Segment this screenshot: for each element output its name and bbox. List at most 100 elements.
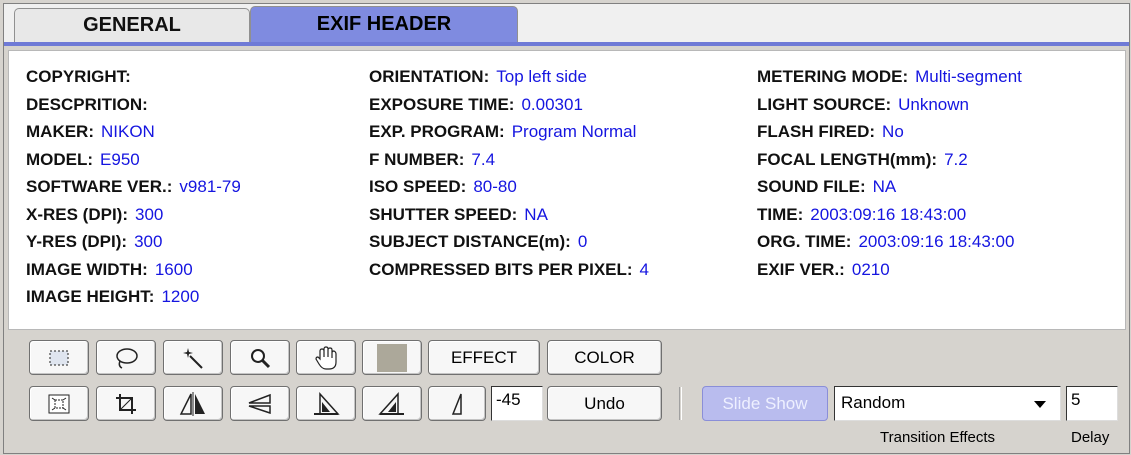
exif-value: E950 bbox=[100, 149, 140, 169]
exif-row: EXP. PROGRAM: Program Normal bbox=[369, 122, 649, 150]
exif-row: SHUTTER SPEED: NA bbox=[369, 205, 649, 233]
exif-row: MAKER: NIKON bbox=[26, 122, 241, 150]
fit-to-window-button[interactable] bbox=[29, 386, 89, 421]
exif-label: TIME: bbox=[757, 204, 804, 224]
exif-row: IMAGE WIDTH: 1600 bbox=[26, 260, 241, 288]
exif-value: 4 bbox=[639, 259, 650, 279]
exif-row: METERING MODE: Multi-segment bbox=[757, 67, 1022, 95]
undo-button[interactable]: Undo bbox=[547, 386, 662, 421]
exif-row: FOCAL LENGTH(mm): 7.2 bbox=[757, 150, 1022, 178]
exif-value: 300 bbox=[134, 232, 163, 251]
exif-value: 1600 bbox=[154, 259, 193, 279]
exif-row: IMAGE HEIGHT: 1200 bbox=[26, 287, 241, 315]
exif-label: METERING MODE: bbox=[757, 67, 909, 86]
exif-label: MAKER: bbox=[26, 122, 94, 141]
hand-pan-button[interactable] bbox=[296, 340, 356, 375]
zoom-button[interactable] bbox=[230, 340, 290, 375]
exif-value: NIKON bbox=[101, 122, 155, 141]
exif-label: SHUTTER SPEED: bbox=[369, 204, 518, 224]
magic-wand-icon bbox=[180, 346, 206, 370]
exif-label: ORIENTATION: bbox=[369, 67, 490, 86]
rotate-left-button[interactable] bbox=[296, 386, 356, 421]
exif-label: FOCAL LENGTH(mm): bbox=[757, 149, 938, 169]
effect-button[interactable]: EFFECT bbox=[428, 340, 540, 375]
exif-label: COPYRIGHT: bbox=[26, 67, 131, 86]
exif-value: 300 bbox=[135, 204, 164, 224]
transition-effects-select[interactable]: Random bbox=[834, 386, 1061, 421]
exif-value: Top left side bbox=[496, 67, 587, 86]
exif-value: 7.4 bbox=[471, 149, 496, 169]
slide-show-button[interactable]: Slide Show bbox=[702, 386, 828, 421]
rotate-right-button[interactable] bbox=[362, 386, 422, 421]
exif-row: ISO SPEED: 80-80 bbox=[369, 177, 649, 205]
color-button[interactable]: COLOR bbox=[547, 340, 662, 375]
exif-label: ORG. TIME: bbox=[757, 232, 852, 251]
exif-label: EXPOSURE TIME: bbox=[369, 94, 515, 114]
color-swatch-button[interactable] bbox=[362, 340, 422, 375]
rect-select-button[interactable] bbox=[29, 340, 89, 375]
exif-row: EXPOSURE TIME: 0.00301 bbox=[369, 95, 649, 123]
hand-pan-icon bbox=[313, 345, 339, 371]
exif-row: Y-RES (DPI): 300 bbox=[26, 232, 241, 260]
exif-value: 0.00301 bbox=[521, 94, 583, 114]
exif-value: 0 bbox=[577, 232, 588, 251]
exif-label: FLASH FIRED: bbox=[757, 122, 876, 141]
exif-row: ORIENTATION: Top left side bbox=[369, 67, 649, 95]
rotate-left-icon bbox=[312, 391, 340, 416]
exif-value: 80-80 bbox=[473, 177, 517, 196]
rotate-angle-button[interactable] bbox=[428, 386, 486, 421]
exif-label: DESCPRITION: bbox=[26, 94, 148, 114]
crop-button[interactable] bbox=[96, 386, 156, 421]
exif-row: F NUMBER: 7.4 bbox=[369, 150, 649, 178]
exif-label: ISO SPEED: bbox=[369, 177, 467, 196]
exif-column-2: ORIENTATION: Top left side EXPOSURE TIME: 0… bbox=[369, 67, 649, 287]
transition-effects-value: Random bbox=[841, 393, 906, 412]
rotate-angle-icon bbox=[445, 392, 469, 416]
exif-label: SUBJECT DISTANCE(m): bbox=[369, 232, 571, 251]
magic-wand-button[interactable] bbox=[163, 340, 223, 375]
exif-value: 0210 bbox=[851, 259, 890, 279]
exif-value: Program Normal bbox=[511, 122, 637, 141]
lasso-button[interactable] bbox=[96, 340, 156, 375]
exif-row: X-RES (DPI): 300 bbox=[26, 205, 241, 233]
exif-label: EXIF VER.: bbox=[757, 259, 845, 279]
exif-label: Y-RES (DPI): bbox=[26, 232, 128, 251]
tab-general[interactable]: GENERAL bbox=[14, 8, 250, 42]
exif-row: TIME: 2003:09:16 18:43:00 bbox=[757, 205, 1022, 233]
flip-horizontal-icon bbox=[179, 391, 207, 416]
exif-label: EXP. PROGRAM: bbox=[369, 122, 505, 141]
exif-value: 2003:09:16 18:43:00 bbox=[858, 232, 1015, 251]
exif-row: ORG. TIME: 2003:09:16 18:43:00 bbox=[757, 232, 1022, 260]
flip-vertical-icon bbox=[246, 392, 274, 416]
rect-select-icon bbox=[47, 348, 71, 368]
exif-row: MODEL: E950 bbox=[26, 150, 241, 178]
lasso-icon bbox=[113, 346, 139, 370]
exif-row: LIGHT SOURCE: Unknown bbox=[757, 95, 1022, 123]
exif-value: Unknown bbox=[898, 94, 969, 114]
exif-label: SOFTWARE VER.: bbox=[26, 177, 173, 196]
exif-label: X-RES (DPI): bbox=[26, 204, 128, 224]
exif-row: SOFTWARE VER.: v981-79 bbox=[26, 177, 241, 205]
exif-row: SOUND FILE: NA bbox=[757, 177, 1022, 205]
chevron-down-icon[interactable] bbox=[1034, 401, 1046, 408]
color-swatch-icon bbox=[377, 343, 407, 372]
exif-row: SUBJECT DISTANCE(m): 0 bbox=[369, 232, 649, 260]
fit-to-window-icon bbox=[47, 393, 71, 415]
exif-row: COPYRIGHT: bbox=[26, 67, 241, 95]
exif-info-panel: COPYRIGHT: DESCPRITION: MAKER: NIKON MODEL: E… bbox=[8, 50, 1126, 330]
rotate-angle-field[interactable]: -45 bbox=[491, 386, 543, 421]
exif-value: Multi-segment bbox=[915, 67, 1022, 86]
transition-effects-label: Transition Effects bbox=[880, 429, 996, 446]
flip-vertical-button[interactable] bbox=[230, 386, 290, 421]
exif-label: IMAGE WIDTH: bbox=[26, 259, 148, 279]
exif-row: EXIF VER.: 0210 bbox=[757, 260, 1022, 288]
delay-field[interactable]: 5 bbox=[1066, 386, 1118, 421]
tab-exif-header[interactable]: EXIF HEADER bbox=[250, 6, 518, 42]
delay-label: Delay bbox=[1071, 429, 1110, 446]
exif-label: F NUMBER: bbox=[369, 149, 465, 169]
exif-row: DESCPRITION: bbox=[26, 95, 241, 123]
flip-horizontal-button[interactable] bbox=[163, 386, 223, 421]
exif-column-3: METERING MODE: Multi-segment LIGHT SOURCE:… bbox=[757, 67, 1022, 287]
tab-underline bbox=[4, 42, 1129, 46]
exif-label: MODEL: bbox=[26, 149, 94, 169]
